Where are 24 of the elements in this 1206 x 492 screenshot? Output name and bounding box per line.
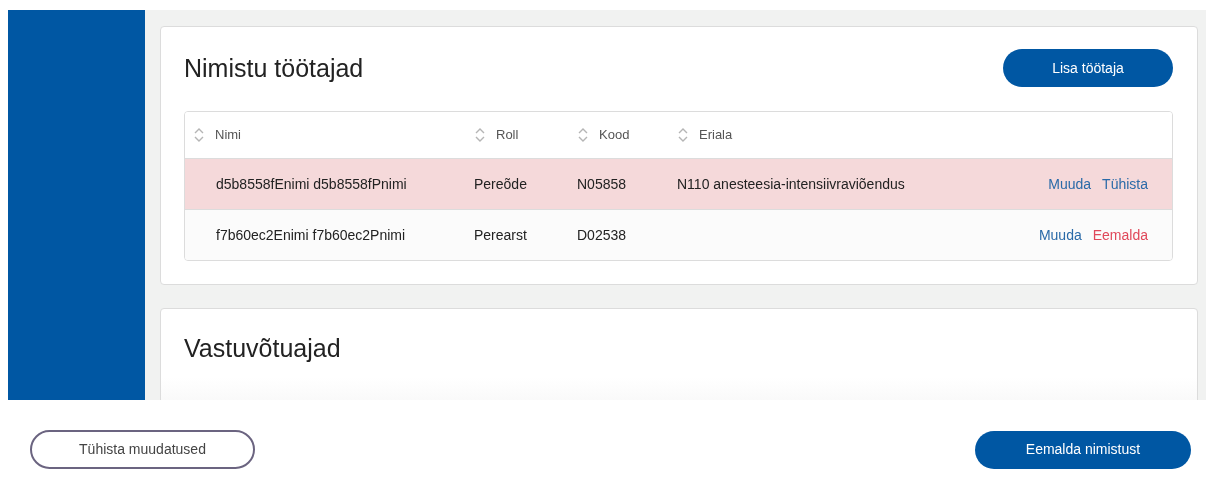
table-cell-text: D02538 <box>577 225 627 245</box>
sort-icon[interactable] <box>193 127 205 143</box>
action-link[interactable]: Muuda <box>1048 173 1092 195</box>
action-link[interactable]: Muuda <box>1038 224 1082 246</box>
table-cell-text: N110 anesteesia-intensiivraviõendus <box>677 174 905 194</box>
remove-from-list-button[interactable]: Eemalda nimistust <box>975 430 1191 469</box>
column-header: Nimi <box>215 126 241 145</box>
sort-icon[interactable] <box>677 127 689 143</box>
column-header: Kood <box>599 126 630 145</box>
table-cell-text: f7b60ec2Enimi f7b60ec2Pnimi <box>216 225 406 245</box>
column-header: Roll <box>496 126 519 145</box>
sort-icon[interactable] <box>577 127 589 143</box>
table-cell-text: Perearst <box>474 225 527 245</box>
action-link[interactable]: Tühista <box>1102 173 1148 195</box>
sort-icon[interactable] <box>474 127 486 143</box>
discard-changes-button[interactable]: Tühista muudatused <box>30 430 255 469</box>
card-title: Vastuvõtuajad <box>184 333 342 363</box>
add-employee-button[interactable]: Lisa töötaja <box>1003 49 1173 87</box>
column-header: Eriala <box>699 126 733 145</box>
card-title: Nimistu töötajad <box>184 53 364 83</box>
table-cell-text: d5b8558fEnimi d5b8558fPnimi <box>216 174 407 194</box>
table-cell-text: Pereõde <box>474 174 527 194</box>
remove-link[interactable]: Eemalda <box>1092 224 1148 246</box>
table-cell-text: N05858 <box>577 174 627 194</box>
